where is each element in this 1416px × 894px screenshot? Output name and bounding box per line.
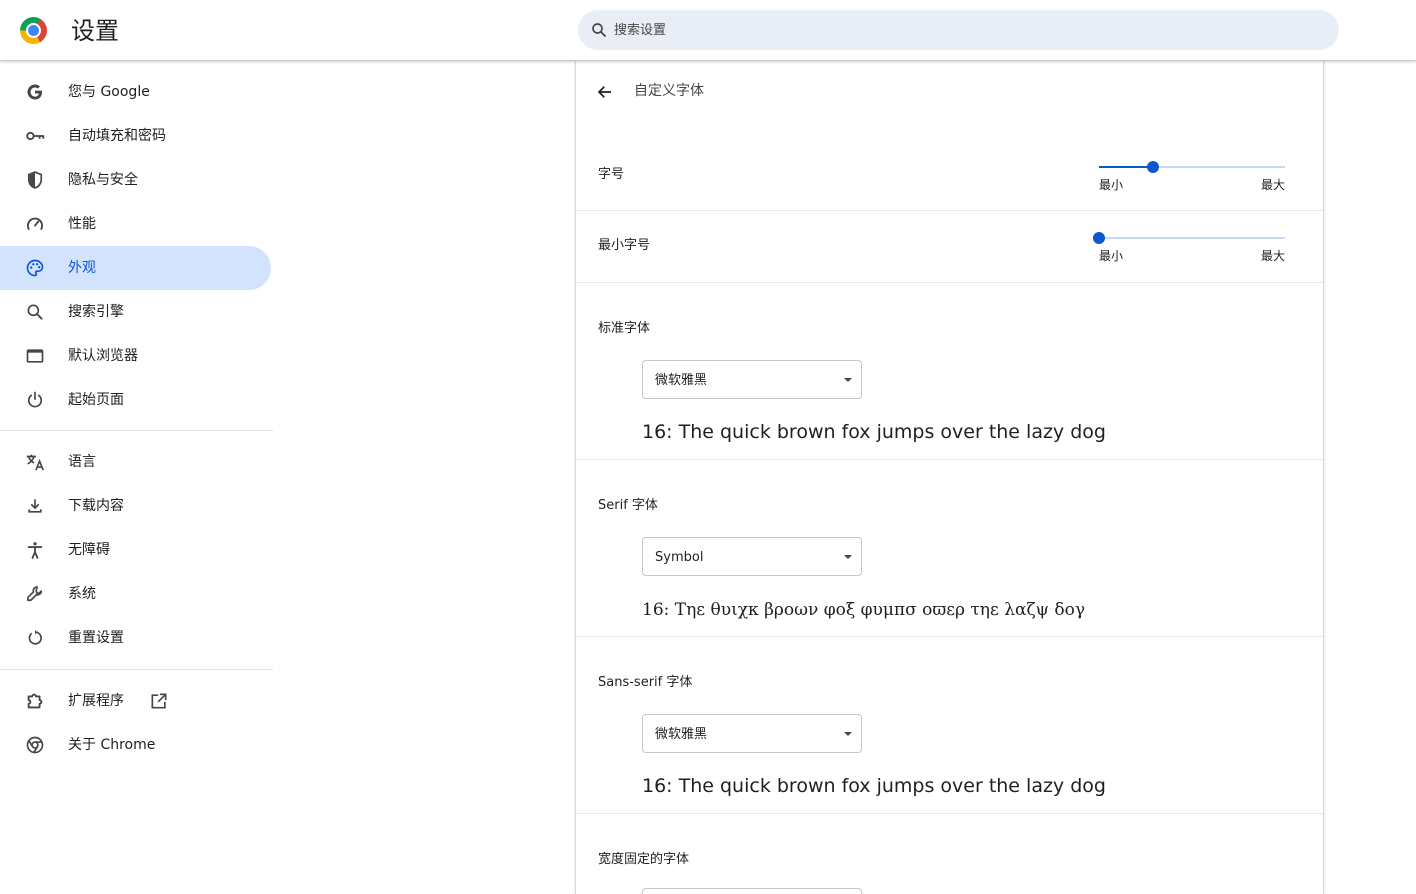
- sidebar-item-reset[interactable]: 重置设置: [0, 616, 271, 660]
- sidebar-item-appearance[interactable]: 外观: [0, 246, 271, 290]
- sidebar-item-accessibility[interactable]: 无障碍: [0, 528, 271, 572]
- chrome-logo-icon: [20, 17, 47, 44]
- puzzle-icon: [24, 690, 46, 712]
- sidebar-item-label: 默认浏览器: [68, 348, 138, 364]
- font-size-slider[interactable]: 最小 最大: [1099, 160, 1285, 200]
- row-divider: [576, 210, 1323, 211]
- header-bar: 设置: [0, 0, 1416, 61]
- reset-icon: [24, 627, 46, 649]
- sidebar-item-autofill[interactable]: 自动填充和密码: [0, 114, 271, 158]
- sans-serif-font-label: Sans-serif 字体: [598, 675, 693, 690]
- minimum-font-size-slider[interactable]: 最小 最大: [1093, 231, 1285, 271]
- sidebar-divider: [0, 430, 273, 431]
- sidebar-item-label: 重置设置: [68, 630, 124, 646]
- speedometer-icon: [24, 213, 46, 235]
- chrome-icon: [24, 734, 46, 756]
- slider-max-label: 最大: [1260, 178, 1285, 192]
- wrench-icon: [24, 583, 46, 605]
- key-icon: [24, 125, 46, 147]
- search-box[interactable]: [578, 10, 1339, 50]
- minimum-font-size-label: 最小字号: [598, 238, 651, 253]
- sidebar-item-default-browser[interactable]: 默认浏览器: [0, 334, 271, 378]
- slider-knob[interactable]: [1147, 161, 1159, 173]
- row-divider: [576, 636, 1323, 637]
- sidebar-item-performance[interactable]: 性能: [0, 202, 271, 246]
- standard-font-select[interactable]: 微软雅黑: [642, 360, 862, 399]
- translate-icon: [24, 451, 46, 473]
- shield-icon: [24, 169, 46, 191]
- search-input[interactable]: [614, 10, 1314, 50]
- sidebar-item-search-engine[interactable]: 搜索引擎: [0, 290, 271, 334]
- row-divider: [576, 282, 1323, 283]
- subpage-title: 自定义字体: [634, 83, 704, 99]
- customize-fonts-card: 自定义字体 字号 最小 最大 最小字号 最小 最大 标准字体 微软雅黑 16: …: [575, 61, 1324, 894]
- search-icon: [24, 301, 46, 323]
- sidebar-item-label: 隐私与安全: [68, 172, 138, 188]
- sidebar-item-label: 自动填充和密码: [68, 128, 166, 144]
- sidebar-item-label: 扩展程序: [68, 693, 124, 709]
- serif-font-select[interactable]: Symbol: [642, 537, 862, 576]
- sidebar-item-on-startup[interactable]: 起始页面: [0, 378, 271, 422]
- sidebar: 您与 Google 自动填充和密码 隐私与安全 性能 外观 搜索引擎 默认浏览器…: [0, 62, 273, 894]
- dropdown-caret-icon: [844, 555, 852, 559]
- sidebar-item-languages[interactable]: 语言: [0, 440, 271, 484]
- browser-window-icon: [24, 345, 46, 367]
- row-divider: [576, 813, 1323, 814]
- sans-serif-font-select[interactable]: 微软雅黑: [642, 714, 862, 753]
- sidebar-item-label: 下载内容: [68, 498, 124, 514]
- sidebar-item-label: 系统: [68, 586, 96, 602]
- slider-fill: [1099, 166, 1153, 168]
- sidebar-item-privacy[interactable]: 隐私与安全: [0, 158, 271, 202]
- settings-window: 设置 您与 Google 自动填充和密码 隐私与安全: [0, 0, 1416, 894]
- sidebar-item-extensions[interactable]: 扩展程序: [0, 679, 271, 723]
- serif-font-label: Serif 字体: [598, 498, 658, 513]
- standard-font-label: 标准字体: [598, 321, 651, 336]
- sidebar-item-label: 您与 Google: [68, 84, 150, 100]
- sidebar-item-you-and-google[interactable]: 您与 Google: [0, 70, 271, 114]
- standard-font-sample: 16: The quick brown fox jumps over the l…: [642, 421, 1106, 443]
- sidebar-divider: [0, 669, 273, 670]
- row-divider: [576, 459, 1323, 460]
- external-link-icon: [151, 693, 167, 709]
- palette-icon: [24, 257, 46, 279]
- fixed-width-font-label: 宽度固定的字体: [598, 852, 690, 867]
- slider-track: [1099, 237, 1285, 239]
- slider-min-label: 最小: [1099, 178, 1124, 192]
- back-arrow-icon: [597, 86, 611, 98]
- sidebar-item-label: 无障碍: [68, 542, 110, 558]
- sans-serif-font-sample: 16: The quick brown fox jumps over the l…: [642, 775, 1106, 797]
- sidebar-item-downloads[interactable]: 下载内容: [0, 484, 271, 528]
- page-title: 设置: [71, 17, 119, 45]
- dropdown-caret-icon: [844, 378, 852, 382]
- sidebar-item-label: 性能: [68, 216, 96, 232]
- sidebar-item-label: 语言: [68, 454, 96, 470]
- serif-font-sample: 16: Τηε θυιχκ βροων φοξ φυμπσ οϖερ τηε λ…: [642, 600, 1086, 620]
- sidebar-item-label: 搜索引擎: [68, 304, 124, 320]
- download-icon: [24, 495, 46, 517]
- font-size-label: 字号: [598, 167, 625, 182]
- slider-knob[interactable]: [1093, 232, 1105, 244]
- google-g-icon: [24, 81, 46, 103]
- slider-min-label: 最小: [1099, 249, 1124, 263]
- select-value: 微软雅黑: [655, 373, 708, 388]
- sidebar-item-label: 关于 Chrome: [68, 737, 156, 753]
- power-icon: [24, 389, 46, 411]
- accessibility-icon: [24, 539, 46, 561]
- slider-max-label: 最大: [1260, 249, 1285, 263]
- select-value: Symbol: [655, 550, 704, 565]
- sidebar-item-label: 外观: [68, 260, 96, 276]
- sidebar-item-system[interactable]: 系统: [0, 572, 271, 616]
- dropdown-caret-icon: [844, 732, 852, 736]
- search-icon: [592, 23, 606, 37]
- sidebar-item-label: 起始页面: [68, 392, 124, 408]
- sidebar-item-about-chrome[interactable]: 关于 Chrome: [0, 723, 271, 767]
- back-button[interactable]: [592, 79, 618, 105]
- fixed-width-font-select[interactable]: [642, 888, 862, 894]
- select-value: 微软雅黑: [655, 727, 708, 742]
